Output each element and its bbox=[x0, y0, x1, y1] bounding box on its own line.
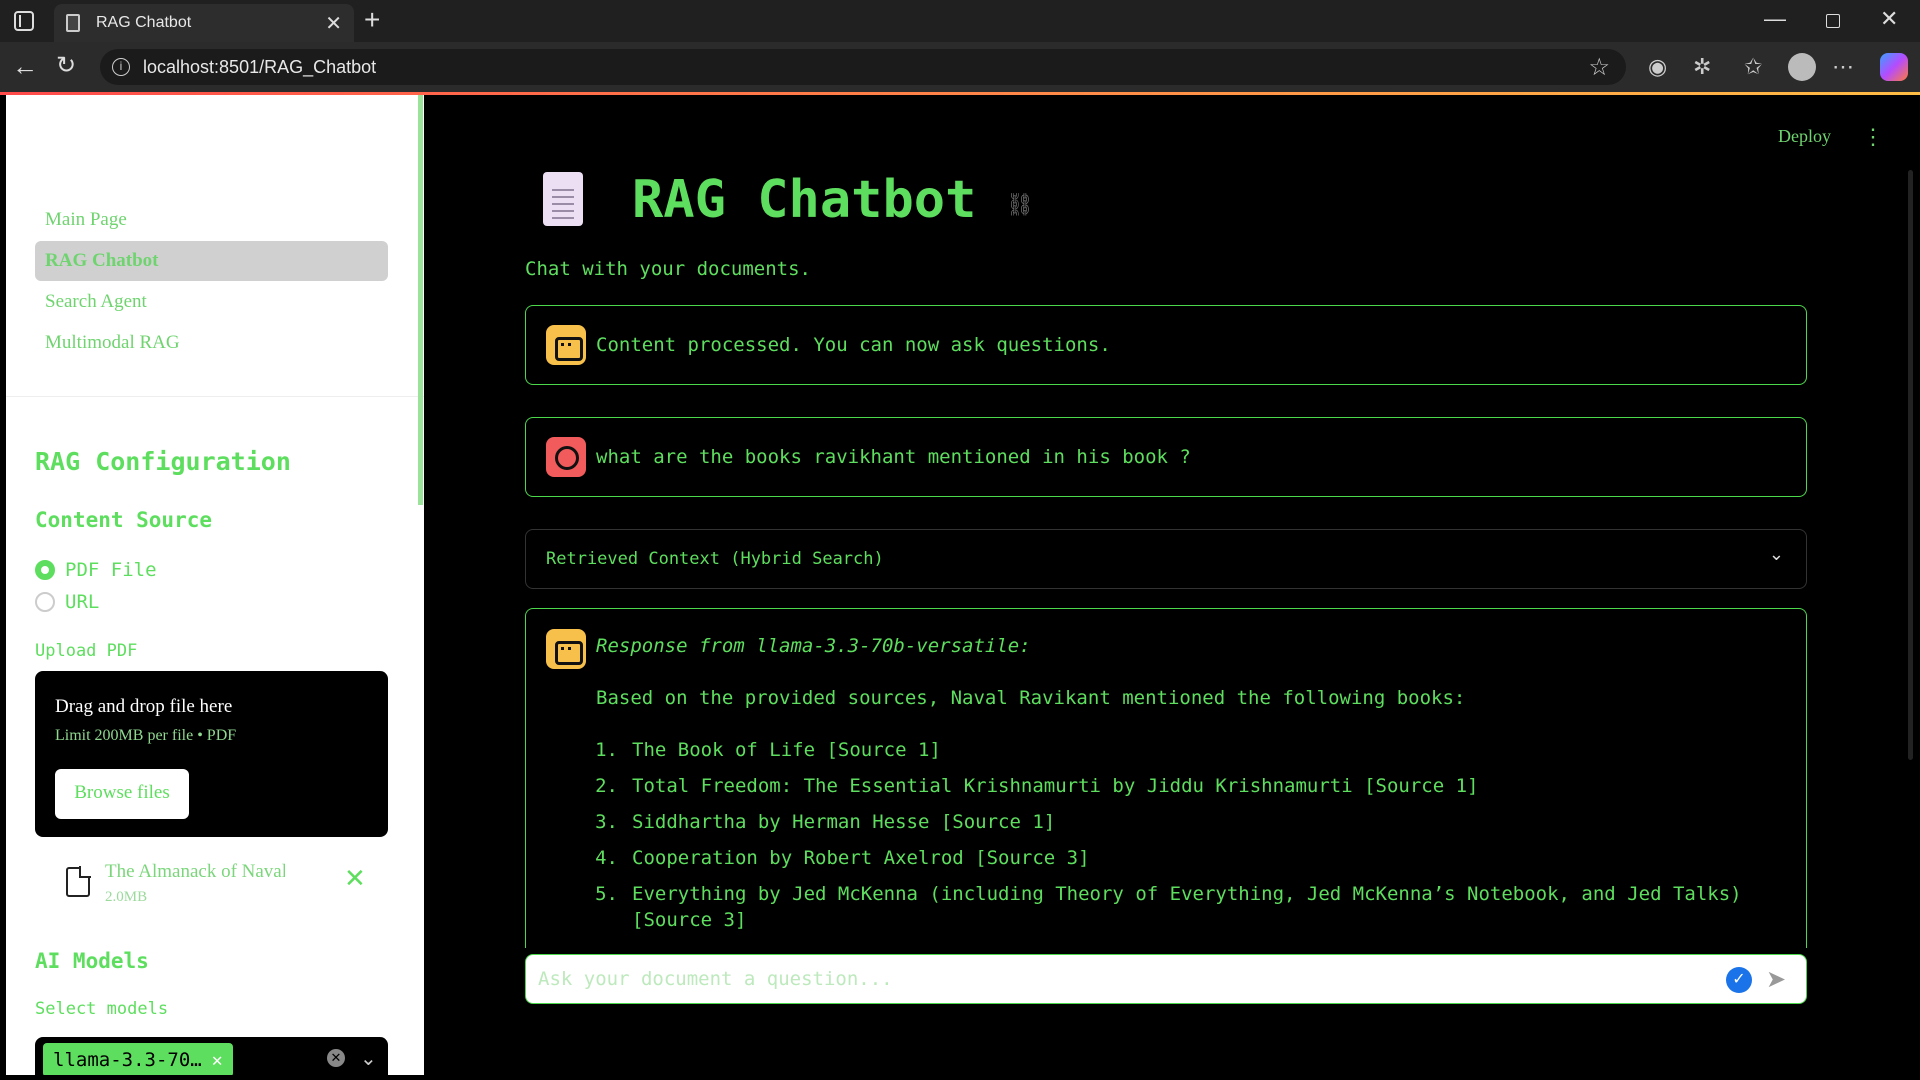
select-models-label: Select models bbox=[35, 999, 169, 1019]
minimize-icon[interactable]: — bbox=[1764, 6, 1786, 32]
address-bar[interactable]: i localhost:8501/RAG_Chatbot ☆ bbox=[100, 49, 1626, 85]
message-text: what are the books ravikhant mentioned i… bbox=[596, 446, 1191, 468]
browser-more-icon[interactable]: ⋯ bbox=[1832, 54, 1854, 80]
favorite-star-icon[interactable]: ☆ bbox=[1588, 53, 1610, 82]
remove-model-icon[interactable]: ✕ bbox=[212, 1050, 223, 1071]
model-multiselect[interactable]: llama-3.3-70… ✕ ✕ ⌄ bbox=[35, 1037, 388, 1075]
list-text: Total Freedom: The Essential Krishnamurt… bbox=[632, 775, 1479, 797]
remove-file-icon[interactable]: ✕ bbox=[344, 863, 366, 894]
radio-url[interactable] bbox=[35, 592, 55, 612]
page-subtitle: Chat with your documents. bbox=[525, 258, 811, 280]
list-item: 5. Everything by Jed McKenna (including T… bbox=[582, 881, 1772, 933]
sidebar-divider bbox=[6, 396, 424, 397]
document-icon bbox=[66, 14, 80, 32]
list-text: Cooperation by Robert Axelrod [Source 3] bbox=[632, 847, 1090, 869]
new-tab-icon[interactable]: + bbox=[364, 4, 380, 36]
copilot-icon[interactable] bbox=[1880, 53, 1908, 81]
file-dropzone[interactable]: Drag and drop file here Limit 200MB per … bbox=[35, 671, 388, 837]
sidebar-item-multimodal-rag[interactable]: Multimodal RAG bbox=[35, 323, 388, 363]
chevron-down-icon[interactable]: ⌄ bbox=[1769, 544, 1784, 565]
close-tab-icon[interactable]: ✕ bbox=[325, 11, 342, 36]
bot-avatar-icon bbox=[546, 325, 586, 365]
extensions-puzzle-icon[interactable]: ✲ bbox=[1693, 54, 1711, 80]
list-number: 5. bbox=[595, 883, 618, 905]
browser-tab-bar: RAG Chatbot ✕ + — ✕ bbox=[0, 0, 1920, 42]
chat-message-response: Response from llama-3.3-70b-versatile: B… bbox=[525, 608, 1807, 948]
dropzone-subtitle: Limit 200MB per file • PDF bbox=[55, 727, 237, 744]
list-text: The Book of Life [Source 1] bbox=[632, 739, 941, 761]
response-header: Response from llama-3.3-70b-versatile: bbox=[596, 635, 1031, 657]
sidebar: Main Page RAG Chatbot Search Agent Multi… bbox=[6, 95, 424, 1075]
radio-pdf-file-label[interactable]: PDF File bbox=[65, 559, 157, 581]
list-number: 4. bbox=[595, 847, 618, 869]
send-icon[interactable]: ➤ bbox=[1766, 965, 1786, 994]
chevron-down-icon[interactable]: ⌄ bbox=[360, 1046, 377, 1071]
file-icon bbox=[66, 866, 91, 897]
bot-avatar-icon bbox=[546, 629, 586, 669]
deploy-button[interactable]: Deploy bbox=[1778, 126, 1831, 147]
chat-input-box[interactable]: ✓ ➤ bbox=[525, 954, 1807, 1004]
favorites-icon[interactable]: ✩ bbox=[1744, 54, 1762, 80]
link-icon[interactable]: ⛓ bbox=[1006, 192, 1034, 218]
extension-glasses-icon[interactable]: ◉ bbox=[1648, 54, 1667, 80]
list-number: 1. bbox=[595, 739, 618, 761]
radio-pdf-file[interactable] bbox=[35, 560, 55, 580]
dropzone-title: Drag and drop file here bbox=[55, 696, 233, 717]
maximize-icon[interactable] bbox=[1826, 14, 1840, 28]
user-avatar-icon bbox=[546, 437, 586, 477]
page-facing-up-icon bbox=[543, 172, 583, 226]
rag-config-heading: RAG Configuration bbox=[35, 447, 291, 476]
list-item: 2. Total Freedom: The Essential Krishnamu… bbox=[582, 773, 1772, 799]
model-tag[interactable]: llama-3.3-70… ✕ bbox=[43, 1043, 233, 1075]
sidebar-item-search-agent[interactable]: Search Agent bbox=[35, 282, 388, 322]
url-text[interactable]: localhost:8501/RAG_Chatbot bbox=[143, 57, 376, 78]
list-item: 3. Siddhartha by Herman Hesse [Source 1] bbox=[582, 809, 1772, 835]
browser-tab[interactable]: RAG Chatbot ✕ bbox=[54, 4, 354, 42]
page-title: RAG Chatbot bbox=[632, 170, 977, 230]
ai-models-heading: AI Models bbox=[35, 949, 149, 973]
clear-selection-icon[interactable]: ✕ bbox=[327, 1049, 345, 1067]
grammar-check-icon[interactable]: ✓ bbox=[1726, 967, 1752, 993]
main-menu-icon[interactable]: ⋮ bbox=[1862, 124, 1884, 150]
list-number: 3. bbox=[595, 811, 618, 833]
back-arrow-icon[interactable]: ← bbox=[12, 51, 38, 82]
chat-message-assistant: Content processed. You can now ask quest… bbox=[525, 305, 1807, 385]
profile-avatar-icon[interactable] bbox=[1788, 53, 1816, 81]
model-tag-label: llama-3.3-70… bbox=[53, 1049, 202, 1071]
chat-message-user: what are the books ravikhant mentioned i… bbox=[525, 417, 1807, 497]
list-number: 2. bbox=[595, 775, 618, 797]
browse-files-button[interactable]: Browse files bbox=[55, 769, 189, 819]
sidebar-scrollbar[interactable] bbox=[418, 95, 423, 505]
main-scrollbar[interactable] bbox=[1908, 170, 1913, 760]
reload-icon[interactable]: ↻ bbox=[56, 51, 76, 80]
expander-label[interactable]: Retrieved Context (Hybrid Search) bbox=[546, 549, 884, 569]
list-text: Siddhartha by Herman Hesse [Source 1] bbox=[632, 811, 1056, 833]
response-list: 1. The Book of Life [Source 1] 2. Total Fr… bbox=[582, 737, 1772, 943]
browser-toolbar: ← ↻ i localhost:8501/RAG_Chatbot ☆ bbox=[0, 42, 1920, 92]
list-text: Everything by Jed McKenna (including The… bbox=[632, 883, 1742, 931]
tab-title: RAG Chatbot bbox=[96, 14, 192, 31]
content-source-heading: Content Source bbox=[35, 508, 213, 532]
uploaded-file-name: The Almanack of Naval ... bbox=[105, 861, 285, 882]
message-text: Content processed. You can now ask quest… bbox=[596, 334, 1111, 356]
uploaded-file-size: 2.0MB bbox=[105, 889, 148, 905]
list-item: 4. Cooperation by Robert Axelrod [Source … bbox=[582, 845, 1772, 871]
tab-actions-icon[interactable] bbox=[14, 11, 34, 31]
window-close-icon[interactable]: ✕ bbox=[1880, 6, 1898, 32]
retrieved-context-expander[interactable]: Retrieved Context (Hybrid Search) ⌄ bbox=[525, 529, 1807, 589]
upload-pdf-label: Upload PDF bbox=[35, 641, 138, 661]
sidebar-item-main-page[interactable]: Main Page bbox=[35, 200, 388, 240]
chat-input[interactable] bbox=[534, 963, 1714, 995]
site-info-icon[interactable]: i bbox=[112, 58, 130, 76]
radio-url-label[interactable]: URL bbox=[65, 591, 99, 613]
sidebar-item-rag-chatbot[interactable]: RAG Chatbot bbox=[35, 241, 388, 281]
list-item: 1. The Book of Life [Source 1] bbox=[582, 737, 1772, 763]
response-intro: Based on the provided sources, Naval Rav… bbox=[596, 687, 1466, 709]
